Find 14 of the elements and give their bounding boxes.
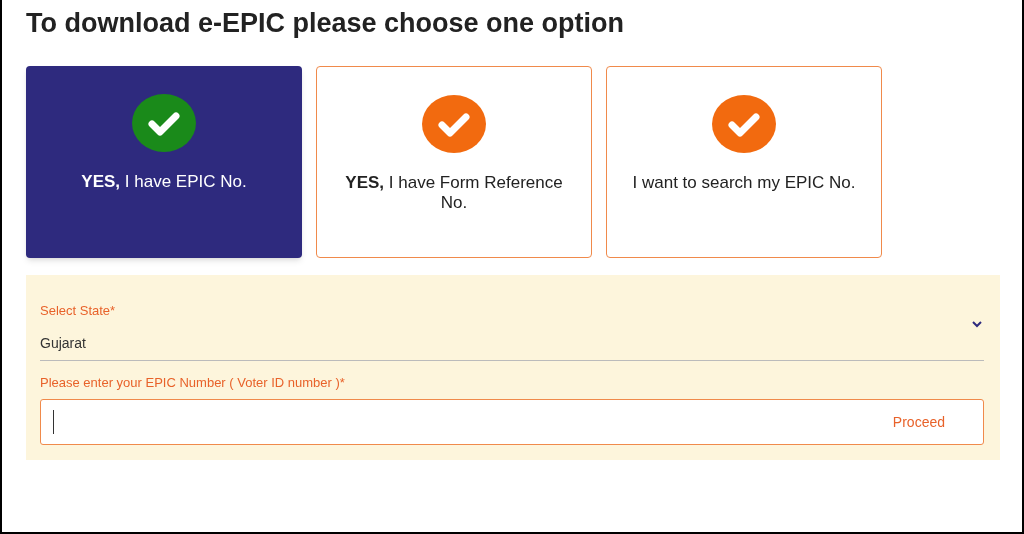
field-label: Please enter your EPIC Number ( Voter ID number ) (40, 373, 340, 392)
state-select[interactable]: Select State* Gujarat (40, 301, 984, 361)
option-label: YES, I have EPIC No. (81, 172, 247, 192)
option-card[interactable]: YES, I have Form Reference No. (316, 66, 592, 258)
option-card[interactable]: YES, I have EPIC No. (26, 66, 302, 258)
option-label: YES, I have Form Reference No. (344, 173, 564, 213)
select-value: Gujarat (40, 333, 87, 353)
page-heading: To download e-EPIC please choose one option (26, 7, 626, 40)
option-card[interactable]: I want to search my EPIC No. (606, 66, 882, 258)
required-mark: * (339, 373, 345, 392)
required-mark: * (110, 302, 116, 320)
option-label: I want to search my EPIC No. (632, 173, 856, 193)
field-label: Select State (40, 302, 111, 320)
chevron-down-icon (972, 321, 982, 328)
